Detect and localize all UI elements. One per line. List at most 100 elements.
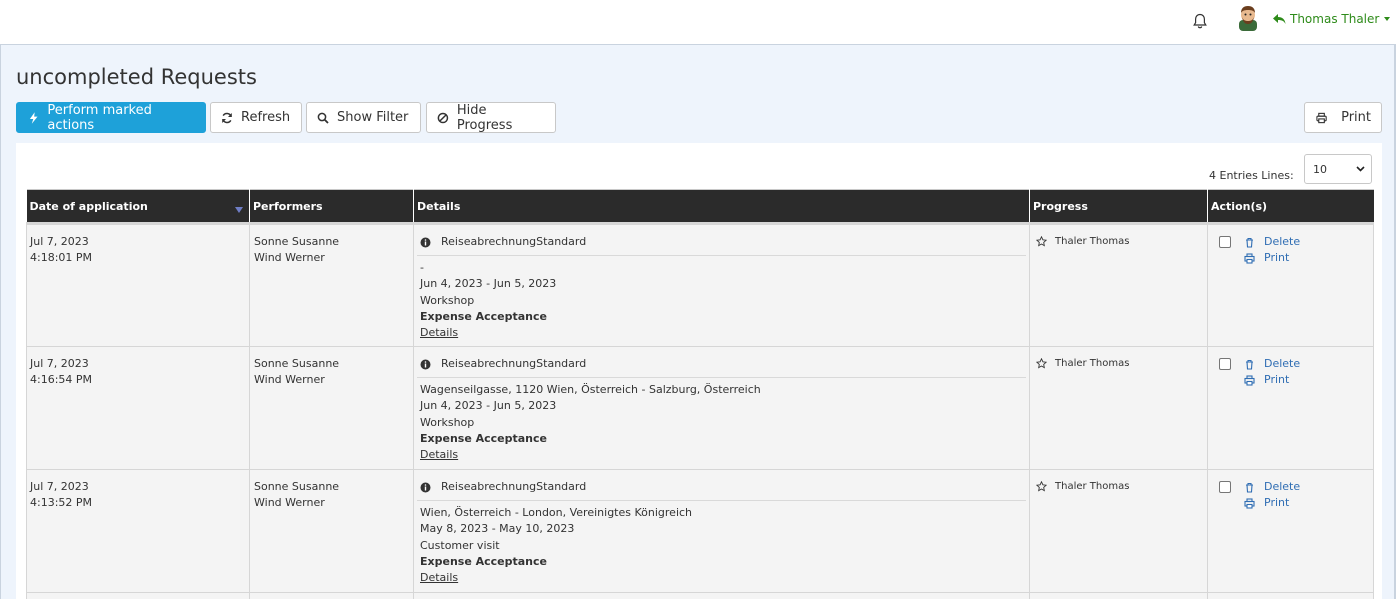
sort-desc-icon	[235, 207, 243, 213]
date-cell: Jul 7, 2023 4:13:52 PM	[26, 469, 250, 593]
date: Jul 7, 2023	[30, 480, 89, 493]
delete-label: Delete	[1264, 480, 1301, 493]
print-link[interactable]: Print	[1244, 372, 1300, 388]
row-checkbox[interactable]	[1219, 481, 1231, 493]
row-checkbox[interactable]	[1219, 236, 1231, 248]
perform-marked-actions-button[interactable]: Perform marked actions	[16, 102, 206, 133]
page-title: uncompleted Requests	[16, 65, 257, 89]
hide-progress-button[interactable]: Hide Progress	[426, 102, 556, 133]
performers-cell: Sonne Susanne Wind Werner	[249, 346, 414, 470]
refresh-button[interactable]: Refresh	[210, 102, 302, 133]
details-header: ReiseabrechnungStandard	[417, 234, 1026, 256]
time: 4:16:54 PM	[30, 373, 93, 386]
date-cell: Jul 7, 2023 4:18:01 PM	[26, 222, 250, 347]
user-menu[interactable]: Thomas Thaler	[1272, 12, 1391, 26]
delete-link[interactable]: Delete	[1244, 479, 1300, 495]
print-link[interactable]: Print	[1244, 250, 1300, 266]
print-label: Print	[1264, 251, 1290, 264]
print-link[interactable]: Print	[1244, 495, 1300, 511]
actions-cell: Delete Print	[1207, 346, 1374, 470]
lines-per-page-value: 10	[1313, 162, 1327, 176]
details-body: Wien, Österreich - London, Vereinigtes K…	[417, 505, 1026, 586]
performers-cell: Sonne Susanne Wind Werner	[249, 222, 414, 347]
performer: Wind Werner	[254, 373, 325, 386]
purpose: Workshop	[420, 293, 475, 307]
column-header-progress[interactable]: Progress	[1029, 189, 1208, 224]
bell-icon[interactable]	[1191, 12, 1209, 30]
info-icon	[420, 359, 431, 369]
info-icon	[420, 237, 431, 247]
performer: Sonne Susanne	[254, 235, 340, 248]
details-link[interactable]: Details	[420, 571, 458, 584]
top-bar: Thomas Thaler	[0, 0, 1396, 45]
request-type: ReiseabrechnungStandard	[441, 357, 587, 370]
progress-cell: Thaler Thomas	[1029, 346, 1208, 470]
performer: Sonne Susanne	[254, 357, 340, 370]
user-name: Thomas Thaler	[1290, 12, 1380, 26]
progress-cell: Thaler Thomas	[1029, 222, 1208, 347]
date-range: Jun 4, 2023 - Jun 5, 2023	[420, 399, 557, 413]
progress-person: Thaler Thomas	[1055, 358, 1130, 369]
route: -	[420, 261, 424, 274]
column-header-actions[interactable]: Action(s)	[1207, 189, 1374, 224]
details-header: ReiseabrechnungStandard	[417, 479, 1026, 501]
progress-person: Thaler Thomas	[1055, 481, 1130, 492]
main-content: uncompleted Requests Perform marked acti…	[0, 45, 1396, 599]
print-label: Print	[1264, 373, 1290, 386]
delete-link[interactable]: Delete	[1244, 356, 1300, 372]
show-filter-button[interactable]: Show Filter	[306, 102, 421, 133]
status: Expense Acceptance	[420, 431, 547, 445]
trash-icon	[1246, 482, 1253, 493]
details-cell: ReiseabrechnungStandard Wien, Österreich…	[413, 469, 1030, 593]
table-row: Jul 7, 2023 4:13:52 PM Sonne Susanne Wind …	[26, 469, 1374, 593]
printer-icon	[1244, 252, 1255, 264]
chevron-down-icon	[1384, 17, 1391, 21]
details-link[interactable]: Details	[420, 448, 458, 461]
date: Jul 7, 2023	[30, 235, 89, 248]
details-link[interactable]: Details	[420, 326, 458, 339]
performers-cell	[249, 592, 414, 599]
trash-icon	[1246, 359, 1253, 370]
details-body: - Jun 4, 2023 - Jun 5, 2023 Workshop Exp…	[417, 260, 1026, 341]
details-cell: ReiseabrechnungStandard - Jun 4, 2023 - …	[413, 222, 1030, 347]
performer: Sonne Susanne	[254, 480, 340, 493]
date-cell: Jul 7, 2023 4:16:54 PM	[26, 346, 250, 470]
purpose: Workshop	[420, 415, 475, 429]
date: Jul 7, 2023	[30, 357, 89, 370]
delete-link[interactable]: Delete	[1244, 234, 1300, 250]
table-row: Jul 7, 2023 4:18:01 PM Sonne Susanne Wind …	[26, 222, 1374, 347]
details-cell	[413, 592, 1030, 599]
print-button[interactable]: Print	[1304, 102, 1382, 133]
request-type: ReiseabrechnungStandard	[441, 480, 587, 493]
route: Wagenseilgasse, 1120 Wien, Österreich - …	[420, 383, 761, 396]
time: 4:13:52 PM	[30, 496, 93, 509]
status: Expense Acceptance	[420, 309, 547, 323]
column-header-details[interactable]: Details	[413, 189, 1030, 224]
info-icon	[420, 482, 431, 492]
progress-cell	[1029, 592, 1208, 599]
star-icon	[1036, 358, 1047, 369]
requests-table: Date of application Performers Details P…	[26, 189, 1374, 599]
column-header-performers[interactable]: Performers	[249, 189, 414, 224]
actions-cell	[1207, 592, 1374, 599]
performers-cell: Sonne Susanne Wind Werner	[249, 469, 414, 593]
search-icon	[317, 112, 329, 124]
refresh-icon	[222, 112, 232, 123]
date-range: Jun 4, 2023 - Jun 5, 2023	[420, 277, 557, 291]
printer-icon	[1244, 374, 1255, 386]
perform-marked-actions-label: Perform marked actions	[47, 102, 152, 133]
lines-per-page-select[interactable]: 10	[1304, 154, 1372, 184]
trash-icon	[1246, 237, 1253, 248]
column-header-date[interactable]: Date of application	[26, 189, 250, 224]
actions-cell: Delete Print	[1207, 222, 1374, 347]
date-range: May 8, 2023 - May 10, 2023	[420, 522, 575, 536]
avatar[interactable]	[1236, 5, 1260, 31]
row-checkbox[interactable]	[1219, 358, 1231, 370]
bolt-icon	[29, 111, 38, 124]
star-icon	[1036, 236, 1047, 247]
requests-panel: 4 Entries Lines: 10 Date of application …	[16, 143, 1382, 599]
delete-label: Delete	[1264, 235, 1301, 248]
print-label: Print	[1264, 496, 1290, 509]
printer-icon	[1244, 497, 1255, 509]
hide-progress-label: Hide Progress	[456, 102, 513, 133]
